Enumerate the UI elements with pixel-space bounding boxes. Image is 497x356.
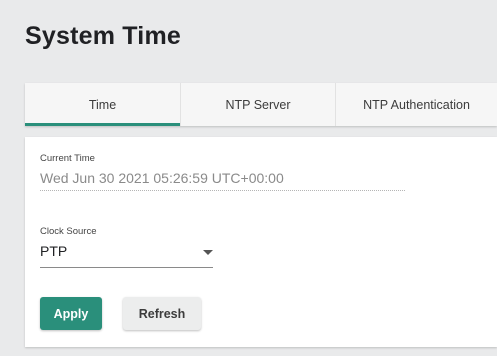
tab-ntp-server[interactable]: NTP Server <box>180 83 335 126</box>
tab-ntp-authentication[interactable]: NTP Authentication <box>335 83 497 126</box>
clock-source-label: Clock Source <box>40 226 97 237</box>
apply-button[interactable]: Apply <box>40 297 102 330</box>
refresh-button[interactable]: Refresh <box>123 297 201 330</box>
current-time-label: Current Time <box>40 153 95 164</box>
chevron-down-icon <box>203 250 213 255</box>
page-title: System Time <box>25 22 181 50</box>
tab-time[interactable]: Time <box>25 83 180 126</box>
current-time-value: Wed Jun 30 2021 05:26:59 UTC+00:00 <box>40 170 405 191</box>
settings-card: Current Time Wed Jun 30 2021 05:26:59 UT… <box>25 137 497 347</box>
clock-source-value: PTP <box>40 243 68 259</box>
clock-source-select[interactable]: PTP <box>40 243 213 268</box>
tab-bar: Time NTP Server NTP Authentication <box>25 83 497 126</box>
